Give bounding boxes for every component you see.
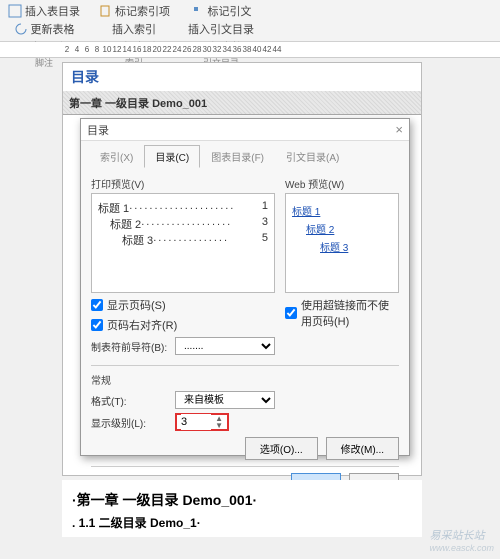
options-button[interactable]: 选项(O)... bbox=[245, 437, 318, 460]
close-icon[interactable]: × bbox=[395, 122, 403, 137]
levels-label: 显示级别(L): bbox=[91, 415, 169, 430]
dialog-titlebar: 目录 × bbox=[81, 119, 409, 141]
ribbon-update-table[interactable]: 更新表格 bbox=[12, 20, 77, 38]
toc-dialog: 目录 × 索引(X) 目录(C) 图表目录(F) 引文目录(A) 打印预览(V)… bbox=[80, 118, 410, 456]
ribbon-insert-table-toc[interactable]: 插入表目录 bbox=[6, 2, 82, 20]
print-preview-label: 打印预览(V) bbox=[91, 176, 275, 191]
format-label: 格式(T): bbox=[91, 393, 169, 408]
tab-authorities[interactable]: 引文目录(A) bbox=[275, 145, 350, 168]
tab-leader-label: 制表符前导符(B): bbox=[91, 339, 169, 354]
general-label: 常规 bbox=[91, 372, 399, 387]
web-link-1[interactable]: 标题 1 bbox=[292, 203, 392, 218]
ribbon: 插入表目录 更新表格 交叉引用 脚注 标记索引项 插入索引 更新索引 索引 标记… bbox=[0, 0, 500, 42]
doc-heading-1: ·第一章 一级目录 Demo_001· bbox=[72, 490, 412, 510]
document-body: ·第一章 一级目录 Demo_001· . 1.1 二级目录 Demo_1· bbox=[62, 480, 422, 537]
levels-input[interactable] bbox=[181, 414, 211, 430]
right-align-checkbox[interactable]: 页码右对齐(R) bbox=[91, 317, 275, 333]
table-icon bbox=[8, 4, 22, 18]
ribbon-group-index: 标记索引项 插入索引 更新索引 索引 bbox=[96, 2, 172, 39]
web-preview: 标题 1 标题 2 标题 3 bbox=[285, 193, 399, 293]
refresh-icon bbox=[14, 22, 28, 36]
web-link-3[interactable]: 标题 3 bbox=[292, 239, 392, 254]
quote-icon bbox=[191, 4, 205, 18]
bookmark-icon bbox=[98, 4, 112, 18]
ribbon-mark-index[interactable]: 标记索引项 bbox=[96, 2, 172, 20]
ribbon-group-footnote: 插入表目录 更新表格 交叉引用 脚注 bbox=[6, 2, 82, 39]
modify-button[interactable]: 修改(M)... bbox=[326, 437, 399, 460]
dialog-title: 目录 bbox=[87, 122, 109, 138]
print-preview: 标题 1.....................1 标题 2.........… bbox=[91, 193, 275, 293]
tab-toc[interactable]: 目录(C) bbox=[144, 145, 200, 168]
ribbon-insert-index[interactable]: 插入索引 bbox=[110, 20, 158, 38]
tab-leader-select[interactable]: ....... bbox=[175, 337, 275, 355]
dialog-tabs: 索引(X) 目录(C) 图表目录(F) 引文目录(A) bbox=[81, 141, 409, 168]
ribbon-insert-citation-toc[interactable]: 插入引文目录 bbox=[186, 20, 256, 38]
web-preview-label: Web 预览(W) bbox=[285, 176, 399, 191]
watermark: 易采站长站 www.easck.com bbox=[429, 527, 494, 553]
toc-field[interactable]: 第一章 一级目录 Demo_001 bbox=[63, 91, 421, 115]
ribbon-group-citation: 标记引文 插入引文目录 更新表格 引文目录 bbox=[186, 2, 256, 39]
spinner-buttons[interactable]: ▲▼ bbox=[215, 415, 223, 429]
use-hyperlinks-checkbox[interactable]: 使用超链接而不使用页码(H) bbox=[285, 297, 399, 329]
ruler: 2468101214161820222426283032343638404244 bbox=[0, 42, 500, 58]
tab-figures[interactable]: 图表目录(F) bbox=[200, 145, 275, 168]
levels-spinner[interactable]: ▲▼ bbox=[175, 413, 229, 431]
tab-leader-row: 制表符前导符(B): ....... bbox=[91, 337, 275, 355]
tab-index[interactable]: 索引(X) bbox=[89, 145, 144, 168]
show-pages-checkbox[interactable]: 显示页码(S) bbox=[91, 297, 275, 313]
levels-row: 显示级别(L): ▲▼ bbox=[91, 413, 399, 431]
ribbon-mark-citation[interactable]: 标记引文 bbox=[189, 2, 254, 20]
doc-heading-2: . 1.1 二级目录 Demo_1· bbox=[72, 514, 412, 531]
web-link-2[interactable]: 标题 2 bbox=[292, 221, 392, 236]
format-select[interactable]: 来自模板 bbox=[175, 391, 275, 409]
toc-heading: 目录 bbox=[63, 63, 421, 91]
format-row: 格式(T): 来自模板 bbox=[91, 391, 399, 409]
